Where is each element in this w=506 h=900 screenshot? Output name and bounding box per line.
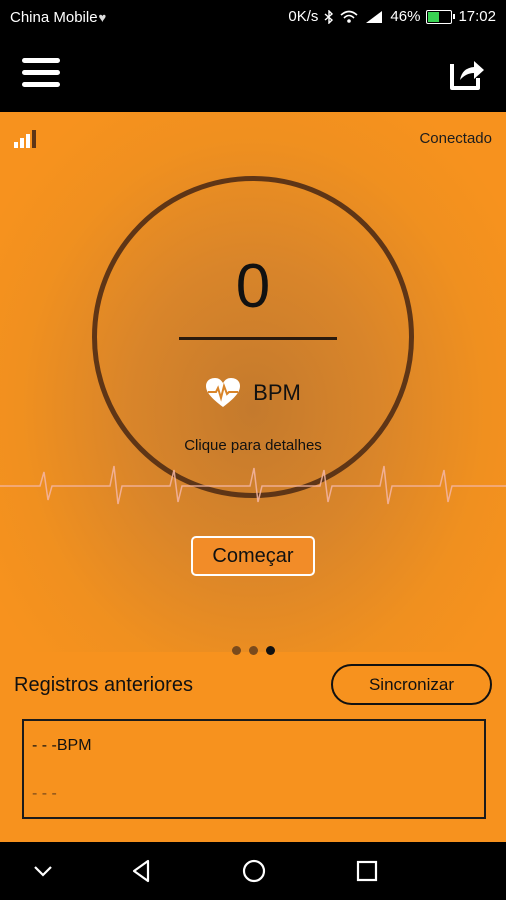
heart-small-icon: ♥ bbox=[98, 10, 107, 25]
clock: 17:02 bbox=[458, 8, 496, 25]
connection-status: Conectado bbox=[419, 130, 492, 147]
status-icons: 0K/s 46% 17:02 bbox=[288, 8, 496, 25]
start-button[interactable]: Começar bbox=[191, 536, 315, 576]
app-toolbar bbox=[0, 34, 506, 112]
battery-icon bbox=[426, 9, 456, 24]
heartbeat-icon bbox=[206, 378, 241, 407]
hamburger-menu-icon[interactable] bbox=[22, 58, 60, 88]
network-speed: 0K/s bbox=[288, 8, 319, 25]
system-nav-bar bbox=[0, 842, 506, 900]
sync-button[interactable]: Sincronizar bbox=[331, 664, 492, 705]
page-indicator bbox=[0, 646, 506, 655]
bpm-row: BPM bbox=[97, 377, 409, 409]
status-bar: China Mobile♥ 0K/s 46% 17:02 bbox=[0, 0, 506, 34]
home-icon[interactable] bbox=[239, 856, 269, 886]
records-box[interactable]: - - -BPM - - - bbox=[22, 719, 486, 819]
bluetooth-icon bbox=[324, 9, 334, 24]
heart-rate-value: 0 bbox=[235, 252, 271, 321]
main-panel: Conectado 0 BPM Clique para detalhes Com… bbox=[0, 112, 506, 842]
cell-signal-icon bbox=[366, 10, 383, 23]
carrier-label: China Mobile♥ bbox=[10, 9, 106, 26]
signal-strength-icon bbox=[14, 130, 36, 148]
ecg-wave-decoration bbox=[0, 465, 506, 505]
battery-percent: 46% bbox=[390, 8, 421, 25]
value-underline bbox=[179, 337, 337, 340]
share-icon[interactable] bbox=[446, 54, 486, 92]
last-record-time: - - - bbox=[32, 785, 57, 802]
last-record-bpm: - - -BPM bbox=[32, 737, 92, 754]
page-dot-active bbox=[265, 646, 275, 655]
page-dot bbox=[248, 646, 258, 655]
carrier-name: China Mobile bbox=[10, 9, 98, 26]
page-dot bbox=[231, 646, 241, 655]
records-title: Registros anteriores bbox=[14, 674, 193, 696]
bpm-unit-label: BPM bbox=[253, 380, 301, 405]
wifi-icon bbox=[340, 10, 358, 23]
chevron-down-icon[interactable] bbox=[28, 856, 58, 886]
heart-rate-gauge[interactable]: 0 BPM Clique para detalhes bbox=[92, 176, 414, 498]
recent-apps-icon[interactable] bbox=[352, 856, 382, 886]
back-icon[interactable] bbox=[126, 856, 156, 886]
